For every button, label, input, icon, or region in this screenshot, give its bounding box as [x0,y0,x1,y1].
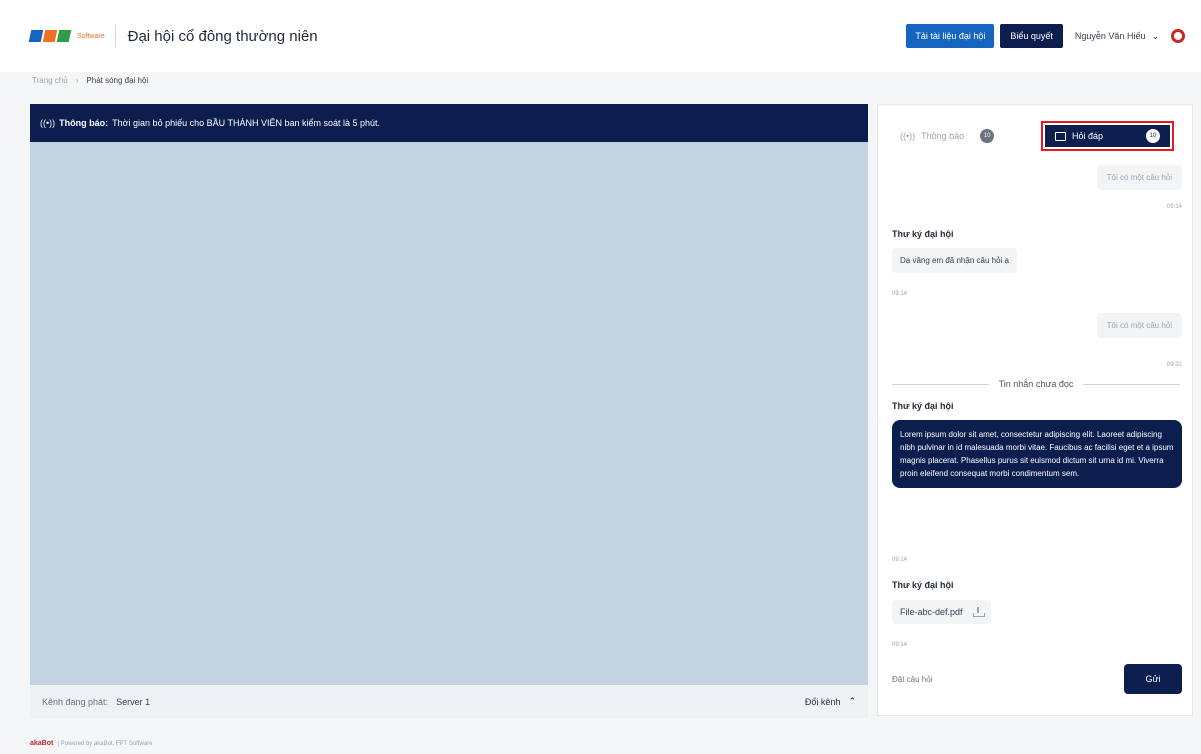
notice-label: Thông báo: [59,118,109,128]
breadcrumb-current: Phát sóng đại hội [86,76,149,85]
broadcast-icon: ((•)) [900,131,916,141]
breadcrumb-home[interactable]: Trang chủ [32,76,68,85]
tab-notifications-label: Thông báo [921,131,965,141]
akabot-logo: akaBot [30,740,54,747]
breadcrumb: Trang chủ › Phát sóng đại hội [32,76,148,85]
logo-subtext: Software [77,32,105,40]
breadcrumb-separator-icon: › [75,76,79,85]
user-menu[interactable]: Nguyễn Văn Hiếu ⌄ [1075,31,1159,42]
divider-line [1083,383,1180,385]
page-footer: akaBot | Powered by akaBot, FPT Software [30,740,153,747]
divider-line [892,383,989,385]
header-divider [114,25,116,47]
fpt-logo[interactable]: Software [28,30,105,42]
tab-qa-inner: Hỏi đáp 10 [1045,125,1170,147]
incoming-message: Dạ vâng em đã nhận câu hỏi ạ [892,248,1017,273]
fpt-logo-mark [28,30,72,42]
message-time: 09:14 [892,557,908,563]
file-name: File-abc-def.pdf [900,607,963,617]
tab-qa[interactable]: Hỏi đáp 10 [1041,121,1174,151]
chat-tabs: ((•)) Thông báo 10 Hỏi đáp 10 [878,119,1192,153]
switch-channel-label: Đổi kênh [804,696,841,707]
outgoing-message: Tôi có một câu hỏi [1096,165,1182,190]
message-time: 09:32 [1166,362,1182,368]
livestream-panel: ((•)) Thông báo: Thời gian bỏ phiếu cho … [30,104,868,718]
file-attachment[interactable]: File-abc-def.pdf [892,600,991,624]
message-time: 09:14 [892,642,908,648]
chevron-down-icon: ⌄ [1151,30,1159,41]
question-composer: Gửi [892,662,1182,696]
question-input[interactable] [892,664,1124,694]
unread-divider: Tin nhắn chưa đọc [892,379,1180,389]
tab-notifications[interactable]: ((•)) Thông báo 10 [900,129,995,143]
tab-qa-label: Hỏi đáp [1072,131,1104,141]
message-time: 09:14 [892,291,908,297]
chevron-up-icon: ⌃ [848,696,856,706]
video-player[interactable] [30,142,868,685]
language-icon[interactable] [1171,29,1185,43]
channel-value: Server 1 [116,696,151,707]
download-icon[interactable] [972,607,985,617]
footer-text: | Powered by akaBot, FPT Software [57,740,153,747]
sender-name: Thư ký đại hội [892,401,954,411]
outgoing-message: Tôi có một câu hỏi [1096,313,1182,338]
sender-name: Thư ký đại hội [892,229,954,239]
unread-label: Tin nhắn chưa đọc [998,379,1074,389]
chat-icon [1055,131,1066,141]
app-header: Software Đại hội cổ đông thường niên Tải… [0,0,1201,72]
user-name: Nguyễn Văn Hiếu [1074,31,1146,41]
broadcast-icon: ((•)) [40,118,56,128]
video-footer: Kênh đang phát: Server 1 Đổi kênh ⌃ [30,685,868,718]
chat-panel: ((•)) Thông báo 10 Hỏi đáp 10 Tôi có một… [877,104,1193,716]
channel-label: Kênh đang phát: [42,696,109,707]
notice-text: Thời gian bỏ phiếu cho BẦU THÀNH VIÊN ba… [112,118,381,128]
switch-channel-button[interactable]: Đổi kênh ⌃ [805,696,856,707]
sender-name: Thư ký đại hội [892,580,954,590]
incoming-message-highlighted: Lorem ipsum dolor sit amet, consectetur … [892,420,1182,488]
message-time: 09:14 [1166,204,1182,210]
page-title: Đại hội cổ đông thường niên [127,27,318,45]
tab-notifications-badge: 10 [980,129,995,143]
download-documents-button[interactable]: Tải tài liệu đại hội [906,24,995,48]
send-button[interactable]: Gửi [1124,664,1182,694]
tab-qa-badge: 10 [1146,129,1160,143]
vote-button[interactable]: Biểu quyết [1000,24,1063,48]
notice-banner: ((•)) Thông báo: Thời gian bỏ phiếu cho … [30,104,868,142]
header-actions: Tải tài liệu đại hội Biểu quyết Nguyễn V… [906,24,1185,48]
